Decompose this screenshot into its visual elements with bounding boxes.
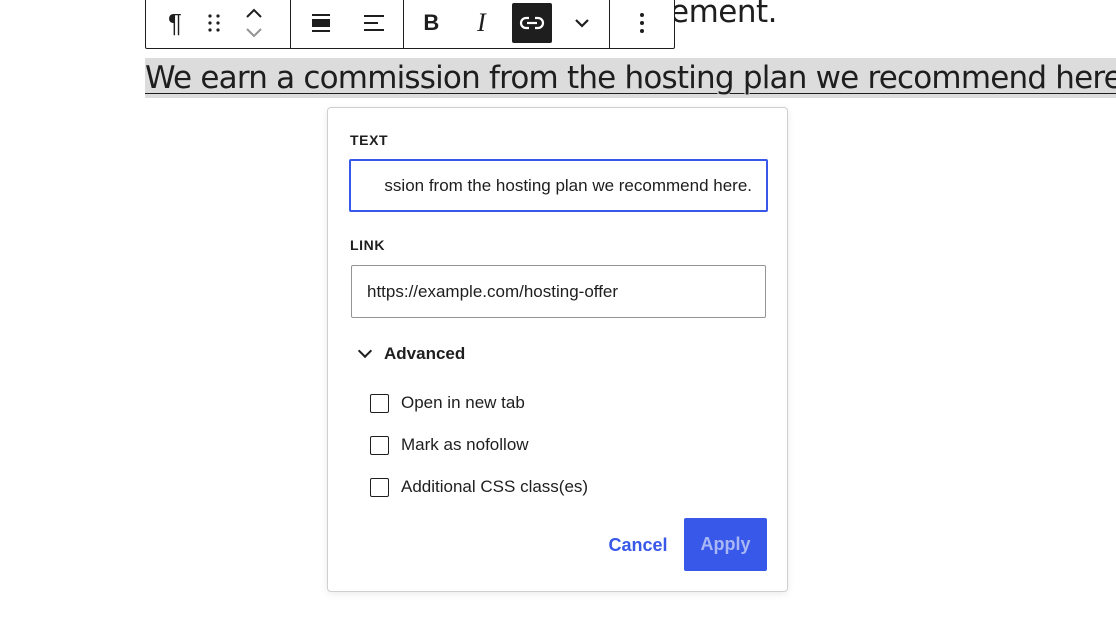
- link-popover: TEXT LINK Advanced Open in new tab Mark …: [327, 107, 788, 592]
- paragraph-icon[interactable]: ¶: [156, 0, 194, 46]
- drag-handle-icon[interactable]: [194, 0, 234, 46]
- align-center-icon[interactable]: [298, 0, 344, 46]
- cancel-button[interactable]: Cancel: [598, 520, 678, 570]
- block-mover: [234, 7, 274, 39]
- text-field-label: TEXT: [350, 132, 389, 148]
- advanced-toggle[interactable]: Advanced: [356, 343, 466, 364]
- alignment-group: [291, 0, 405, 48]
- link-field-label: LINK: [350, 237, 386, 253]
- block-type-group: ¶: [146, 0, 292, 48]
- options-group: [610, 0, 674, 48]
- more-formats-chevron-icon[interactable]: [559, 0, 605, 46]
- apply-button[interactable]: Apply: [684, 518, 767, 571]
- nofollow-option[interactable]: Mark as nofollow: [370, 435, 529, 455]
- bold-icon[interactable]: B: [408, 0, 454, 46]
- advanced-label: Advanced: [384, 344, 466, 363]
- selected-linked-text[interactable]: We earn a commission from the hosting pl…: [145, 58, 1116, 98]
- open-new-tab-checkbox[interactable]: [370, 393, 389, 413]
- move-up-icon[interactable]: [245, 7, 263, 19]
- nofollow-label: Mark as nofollow: [401, 435, 529, 454]
- nofollow-checkbox[interactable]: [370, 435, 389, 455]
- italic-icon[interactable]: I: [459, 0, 505, 46]
- block-toolbar: ¶ B I: [145, 0, 675, 49]
- format-group: B I: [404, 0, 611, 48]
- css-class-option[interactable]: Additional CSS class(es): [370, 477, 588, 497]
- link-icon[interactable]: [511, 3, 552, 43]
- paragraph-tail-text: ement.: [670, 0, 778, 30]
- move-down-icon[interactable]: [245, 27, 263, 39]
- link-url-input[interactable]: [351, 265, 766, 318]
- css-class-checkbox[interactable]: [370, 477, 389, 497]
- align-left-icon[interactable]: [351, 0, 397, 46]
- open-new-tab-label: Open in new tab: [401, 393, 525, 412]
- chevron-down-icon: [357, 343, 373, 359]
- options-icon[interactable]: [619, 0, 665, 46]
- link-text-input[interactable]: [349, 159, 768, 212]
- open-new-tab-option[interactable]: Open in new tab: [370, 393, 525, 413]
- css-class-label: Additional CSS class(es): [401, 477, 589, 496]
